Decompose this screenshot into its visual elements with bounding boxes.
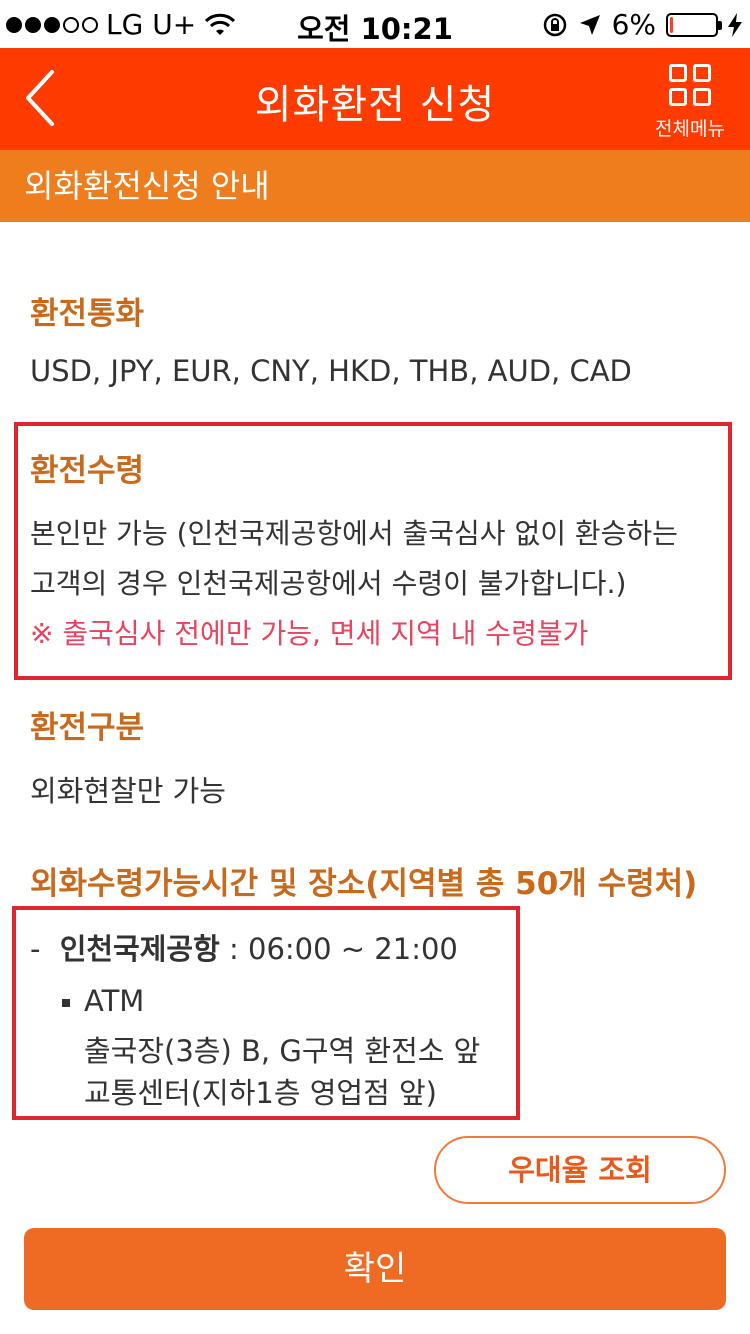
currency-section-title: 환전통화 — [30, 296, 145, 332]
pickup-places-title: 외화수령가능시간 및 장소(지역별 총 50개 수령처) — [30, 866, 698, 902]
location-arrow-icon — [579, 14, 600, 35]
grid-menu-icon — [650, 64, 730, 106]
atm-location-line1: 출국장(3층) B, G구역 환전소 앞 — [84, 1034, 481, 1068]
currency-list-text: USD, JPY, EUR, CNY, HKD, THB, AUD, CAD — [30, 354, 632, 388]
exchange-type-title: 환전구분 — [30, 710, 145, 746]
full-menu-button[interactable]: 전체메뉴 — [650, 58, 730, 142]
full-menu-label: 전체메뉴 — [655, 118, 725, 140]
rotation-lock-icon — [543, 13, 566, 36]
airport-dash: - — [30, 932, 41, 966]
charging-bolt-icon — [728, 12, 742, 37]
info-section-header: 외화환전신청 안내 — [0, 150, 750, 222]
receipt-text-line2: 고객의 경우 인천국제공항에서 수령이 불가합니다.) — [30, 567, 627, 600]
airport-hours: : 06:00 ~ 21:00 — [219, 932, 458, 966]
receipt-text-line1: 본인만 가능 (인천국제공항에서 출국심사 없이 환승하는 — [30, 517, 678, 550]
atm-label: ATM — [84, 984, 145, 1018]
page: LG U+ 오전 10:21 6% 외화환전 신청 전체메뉴 외화환전신청 안내… — [0, 0, 750, 1334]
airport-name: 인천국제공항 — [59, 932, 220, 966]
battery-fill — [670, 16, 673, 33]
bullet-icon — [62, 999, 70, 1007]
app-header: 외화환전 신청 전체메뉴 — [0, 48, 750, 150]
atm-location-line2: 교통센터(지하1층 영업점 앞) — [84, 1076, 437, 1110]
rate-check-button[interactable]: 우대율 조회 — [434, 1136, 726, 1204]
status-bar: LG U+ 오전 10:21 6% — [0, 0, 750, 48]
exchange-type-text: 외화현찰만 가능 — [30, 774, 226, 808]
atm-row: ATM — [62, 984, 144, 1018]
battery-percent: 6% — [611, 8, 656, 41]
battery-icon — [666, 12, 722, 37]
confirm-button[interactable]: 확인 — [24, 1228, 726, 1310]
receipt-warning-note: ※ 출국심사 전에만 가능, 면세 지역 내 수령불가 — [30, 617, 589, 650]
page-title: 외화환전 신청 — [254, 82, 496, 128]
airport-row: - 인천국제공항 : 06:00 ~ 21:00 — [30, 926, 458, 968]
receipt-section-title: 환전수령 — [30, 453, 145, 489]
status-right: 6% — [542, 8, 742, 41]
